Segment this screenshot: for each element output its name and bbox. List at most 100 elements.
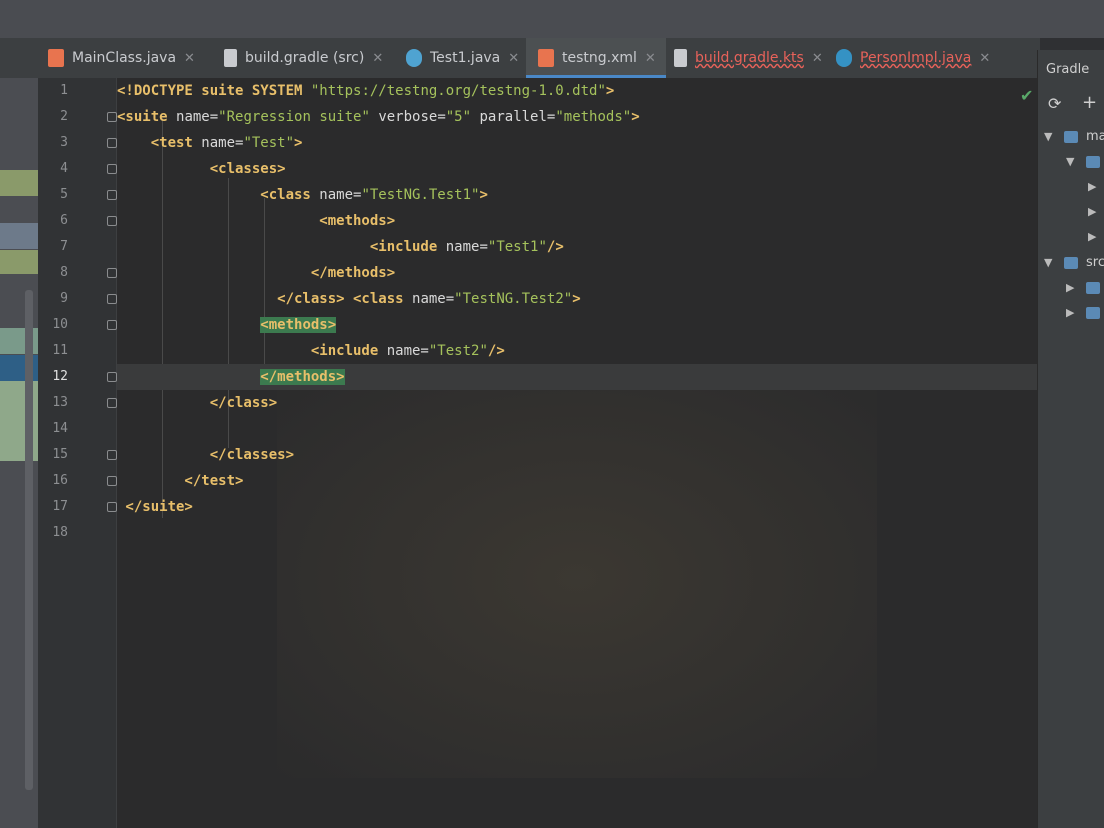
tab-label: MainClass.java xyxy=(72,50,177,66)
code-token: > xyxy=(572,291,581,307)
tab-test1-java[interactable]: Test1.java ✕ xyxy=(406,38,519,78)
editor-tab-bar: MainClass.java ✕ build.gradle (src) ✕ Te… xyxy=(0,38,1040,79)
code-line[interactable]: <include name="Test1"/> xyxy=(117,234,1037,260)
code-line[interactable]: </classes> xyxy=(117,442,1037,468)
fold-marker-icon[interactable] xyxy=(107,502,117,512)
close-icon[interactable]: ✕ xyxy=(812,51,823,66)
collapse-icon[interactable]: ▶ xyxy=(1088,205,1096,218)
code-editor[interactable]: <!DOCTYPE suite SYSTEM "https://testng.o… xyxy=(117,78,1037,828)
expand-icon[interactable]: ▼ xyxy=(1044,130,1052,143)
fold-marker-icon[interactable] xyxy=(107,138,117,148)
code-line[interactable]: <suite name="Regression suite" verbose="… xyxy=(117,104,1037,130)
tab-label: testng.xml xyxy=(562,50,637,66)
code-token: </class> <class xyxy=(117,291,413,307)
close-icon[interactable]: ✕ xyxy=(508,51,519,66)
code-token: "Test1" xyxy=(487,239,547,255)
code-token: "5" xyxy=(445,109,472,125)
code-line[interactable]: </class> xyxy=(117,390,1037,416)
fold-marker-icon[interactable] xyxy=(107,398,117,408)
fold-marker-icon[interactable] xyxy=(107,372,117,382)
code-line[interactable]: </methods> xyxy=(117,260,1037,286)
code-line[interactable]: <methods> xyxy=(117,208,1037,234)
fold-marker-icon[interactable] xyxy=(107,216,117,226)
code-line[interactable]: <methods> xyxy=(117,312,1037,338)
tab-personimpl-java[interactable]: PersonImpl.java ✕ xyxy=(836,38,990,78)
line-number: 15 xyxy=(52,447,68,462)
change-marker xyxy=(0,250,38,274)
code-token: <include xyxy=(117,343,387,359)
code-token: "Test2" xyxy=(428,343,488,359)
fold-marker-icon[interactable] xyxy=(107,476,117,486)
gradle-project-name[interactable]: src xyxy=(1086,255,1104,270)
collapse-icon[interactable]: ▶ xyxy=(1066,281,1074,294)
code-line[interactable] xyxy=(117,520,1037,546)
expand-icon[interactable]: ▼ xyxy=(1066,155,1074,168)
tab-testng-xml[interactable]: testng.xml ✕ xyxy=(526,38,666,78)
code-token: name= xyxy=(386,343,429,359)
code-token: "TestNG.Test1" xyxy=(361,187,480,203)
code-line[interactable]: </class> <class name="TestNG.Test2"> xyxy=(117,286,1037,312)
fold-marker-icon[interactable] xyxy=(107,320,117,330)
code-line[interactable]: </test> xyxy=(117,468,1037,494)
code-token: </test> xyxy=(117,473,244,489)
fold-marker-icon[interactable] xyxy=(107,164,117,174)
line-number: 7 xyxy=(60,239,68,254)
code-line[interactable]: <test name="Test"> xyxy=(117,130,1037,156)
fold-marker-icon[interactable] xyxy=(107,268,117,278)
code-token: </classes> xyxy=(117,447,295,463)
fold-marker-icon[interactable] xyxy=(107,294,117,304)
tab-mainclass-java[interactable]: MainClass.java ✕ xyxy=(48,38,195,78)
collapse-icon[interactable]: ▶ xyxy=(1066,306,1074,319)
tab-build-gradle-kts[interactable]: build.gradle.kts ✕ xyxy=(674,38,823,78)
code-token: "TestNG.Test2" xyxy=(454,291,573,307)
tab-label: Test1.java xyxy=(430,50,501,66)
close-icon[interactable]: ✕ xyxy=(645,51,656,66)
matched-tag-highlight: </methods> xyxy=(260,369,345,385)
collapse-icon[interactable]: ▶ xyxy=(1088,230,1096,243)
matched-tag-highlight: <methods> xyxy=(260,317,337,333)
close-icon[interactable]: ✕ xyxy=(184,51,195,66)
line-number: 3 xyxy=(60,135,68,150)
line-number: 2 xyxy=(60,109,68,124)
gradle-project-name[interactable]: ma xyxy=(1086,129,1104,144)
code-token: /> xyxy=(546,239,564,255)
code-token: name= xyxy=(412,291,455,307)
code-line[interactable]: <!DOCTYPE suite SYSTEM "https://testng.o… xyxy=(117,78,1037,104)
check-icon: ✔ xyxy=(1020,86,1034,105)
expand-icon[interactable]: ▼ xyxy=(1044,256,1052,269)
line-number: 13 xyxy=(52,395,68,410)
close-icon[interactable]: ✕ xyxy=(979,51,990,66)
code-token: verbose= xyxy=(369,109,446,125)
code-token: </methods> xyxy=(117,265,396,281)
window-top-bar xyxy=(0,0,1104,38)
refresh-icon[interactable]: ⟳ xyxy=(1048,94,1061,113)
line-number: 14 xyxy=(52,421,68,436)
line-number: 4 xyxy=(60,161,68,176)
code-token: name= xyxy=(319,187,362,203)
add-icon[interactable]: + xyxy=(1082,92,1097,113)
line-number: 18 xyxy=(52,525,68,540)
code-line[interactable]: </suite> xyxy=(117,494,1037,520)
code-token: > xyxy=(605,83,615,99)
fold-marker-icon[interactable] xyxy=(107,112,117,122)
xml-file-icon xyxy=(538,49,554,67)
code-token: <!DOCTYPE suite SYSTEM xyxy=(117,83,311,99)
code-line[interactable]: <classes> xyxy=(117,156,1037,182)
gradle-project-icon xyxy=(1064,257,1078,269)
tab-build-gradle-src[interactable]: build.gradle (src) ✕ xyxy=(224,38,383,78)
gradle-panel-title: Gradle xyxy=(1046,62,1090,77)
line-number: 5 xyxy=(60,187,68,202)
code-token: </class> xyxy=(117,395,278,411)
line-number: 12 xyxy=(52,369,68,384)
fold-marker-icon[interactable] xyxy=(107,190,117,200)
close-icon[interactable]: ✕ xyxy=(372,51,383,66)
scrollbar[interactable] xyxy=(25,290,33,790)
collapse-icon[interactable]: ▶ xyxy=(1088,180,1096,193)
fold-marker-icon[interactable] xyxy=(107,450,117,460)
code-line[interactable]: <class name="TestNG.Test1"> xyxy=(117,182,1037,208)
code-line[interactable]: </methods> xyxy=(117,364,1037,390)
code-line[interactable] xyxy=(117,416,1037,442)
code-line[interactable]: <include name="Test2"/> xyxy=(117,338,1037,364)
